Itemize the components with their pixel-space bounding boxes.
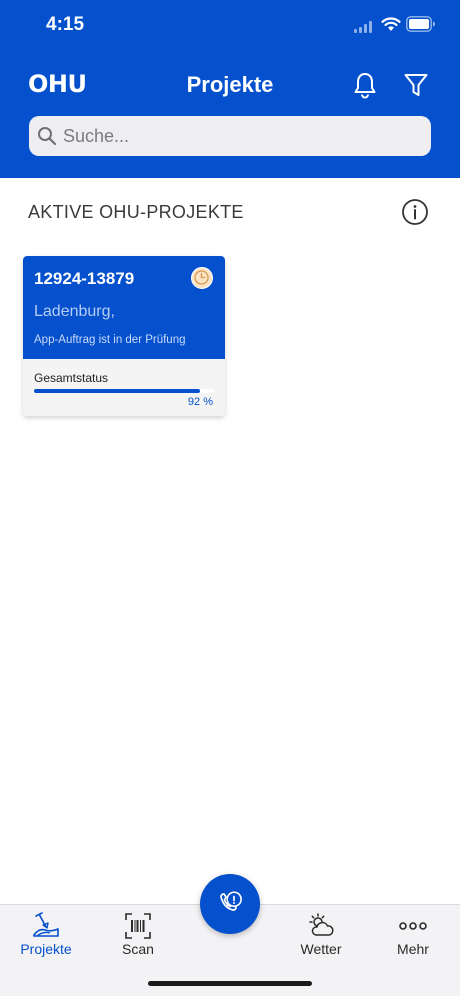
status-time: 4:15 (46, 14, 85, 35)
filter-icon (404, 74, 428, 96)
tab-label: Wetter (300, 941, 342, 957)
search-input[interactable] (63, 117, 403, 155)
project-card[interactable]: 12924-13879 Ladenburg, App-Auftrag ist i… (23, 256, 225, 416)
project-status-text: App-Auftrag ist in der Prüfung (34, 334, 186, 346)
app-header: 4:15 OHU Projekte (0, 0, 460, 178)
more-icon (399, 922, 427, 930)
project-status-badge (191, 267, 213, 289)
info-button[interactable] (401, 198, 429, 226)
home-indicator (148, 981, 312, 986)
clock-icon (194, 270, 209, 285)
tab-projekte[interactable]: Projekte (0, 905, 92, 965)
page-title: Projekte (186, 72, 274, 97)
tab-mehr[interactable]: Mehr (367, 905, 459, 965)
progress-bar-fill (34, 389, 200, 393)
section-title: AKTIVE OHU-PROJEKTE (28, 202, 244, 222)
tab-label: Mehr (397, 941, 429, 957)
progress-bar (34, 389, 214, 393)
call-button[interactable] (200, 874, 260, 934)
cellular-signal-icon (354, 21, 372, 33)
tab-label: Scan (122, 941, 154, 957)
overall-status-label: Gesamtstatus (34, 371, 109, 385)
tab-scan[interactable]: Scan (92, 905, 184, 965)
battery-icon (406, 16, 435, 32)
tab-label: Projekte (20, 941, 72, 957)
search-box[interactable] (29, 116, 431, 156)
status-bar: 4:15 (0, 0, 460, 50)
wifi-icon (381, 17, 401, 31)
project-card-header: 12924-13879 Ladenburg, App-Auftrag ist i… (23, 256, 225, 359)
progress-value: 92 % (187, 396, 213, 408)
phone-icon (220, 891, 242, 911)
project-city: Ladenburg, (34, 303, 115, 320)
projects-icon (33, 912, 59, 937)
weather-icon (309, 913, 334, 936)
bell-icon (354, 73, 376, 99)
info-icon (402, 199, 428, 225)
barcode-scan-icon (125, 913, 151, 939)
search-icon (38, 127, 57, 146)
tab-wetter[interactable]: Wetter (275, 905, 367, 965)
notifications-button[interactable] (351, 71, 379, 99)
filter-button[interactable] (402, 71, 430, 99)
project-number: 12924-13879 (34, 269, 135, 288)
